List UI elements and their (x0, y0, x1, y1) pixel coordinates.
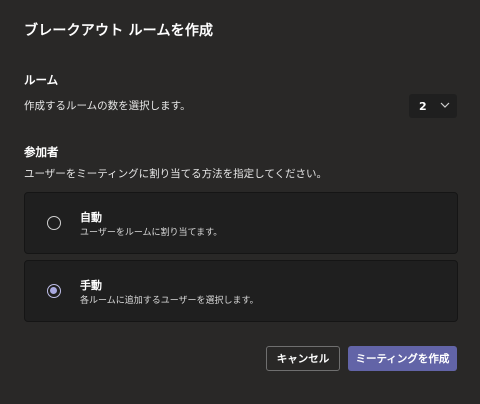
rooms-description: 作成するルームの数を選択します。 (24, 100, 191, 112)
chevron-down-icon (440, 102, 450, 108)
automatic-option-title: 自動 (80, 211, 102, 224)
create-meeting-button[interactable]: ミーティングを作成 (348, 346, 457, 371)
automatic-radio[interactable] (47, 216, 61, 230)
dialog-title: ブレークアウト ルームを作成 (24, 23, 214, 39)
manual-option-title: 手動 (80, 279, 102, 292)
room-count-dropdown[interactable]: 2 (409, 94, 457, 118)
automatic-option-description: ユーザーをルームに割り当てます。 (80, 228, 223, 238)
room-count-value: 2 (419, 99, 427, 113)
cancel-button[interactable]: キャンセル (266, 346, 340, 371)
assign-manual-option[interactable]: 手動 各ルームに追加するユーザーを選択します。 (24, 260, 458, 322)
rooms-heading: ルーム (24, 73, 59, 87)
participants-heading: 参加者 (24, 145, 59, 159)
manual-radio[interactable] (47, 284, 61, 298)
manual-option-description: 各ルームに追加するユーザーを選択します。 (80, 296, 259, 306)
create-breakout-rooms-dialog: ブレークアウト ルームを作成 ルーム 作成するルームの数を選択します。 2 参加… (0, 0, 480, 404)
assign-automatic-option[interactable]: 自動 ユーザーをルームに割り当てます。 (24, 192, 458, 254)
participants-description: ユーザーをミーティングに割り当てる方法を指定してください。 (24, 168, 328, 180)
